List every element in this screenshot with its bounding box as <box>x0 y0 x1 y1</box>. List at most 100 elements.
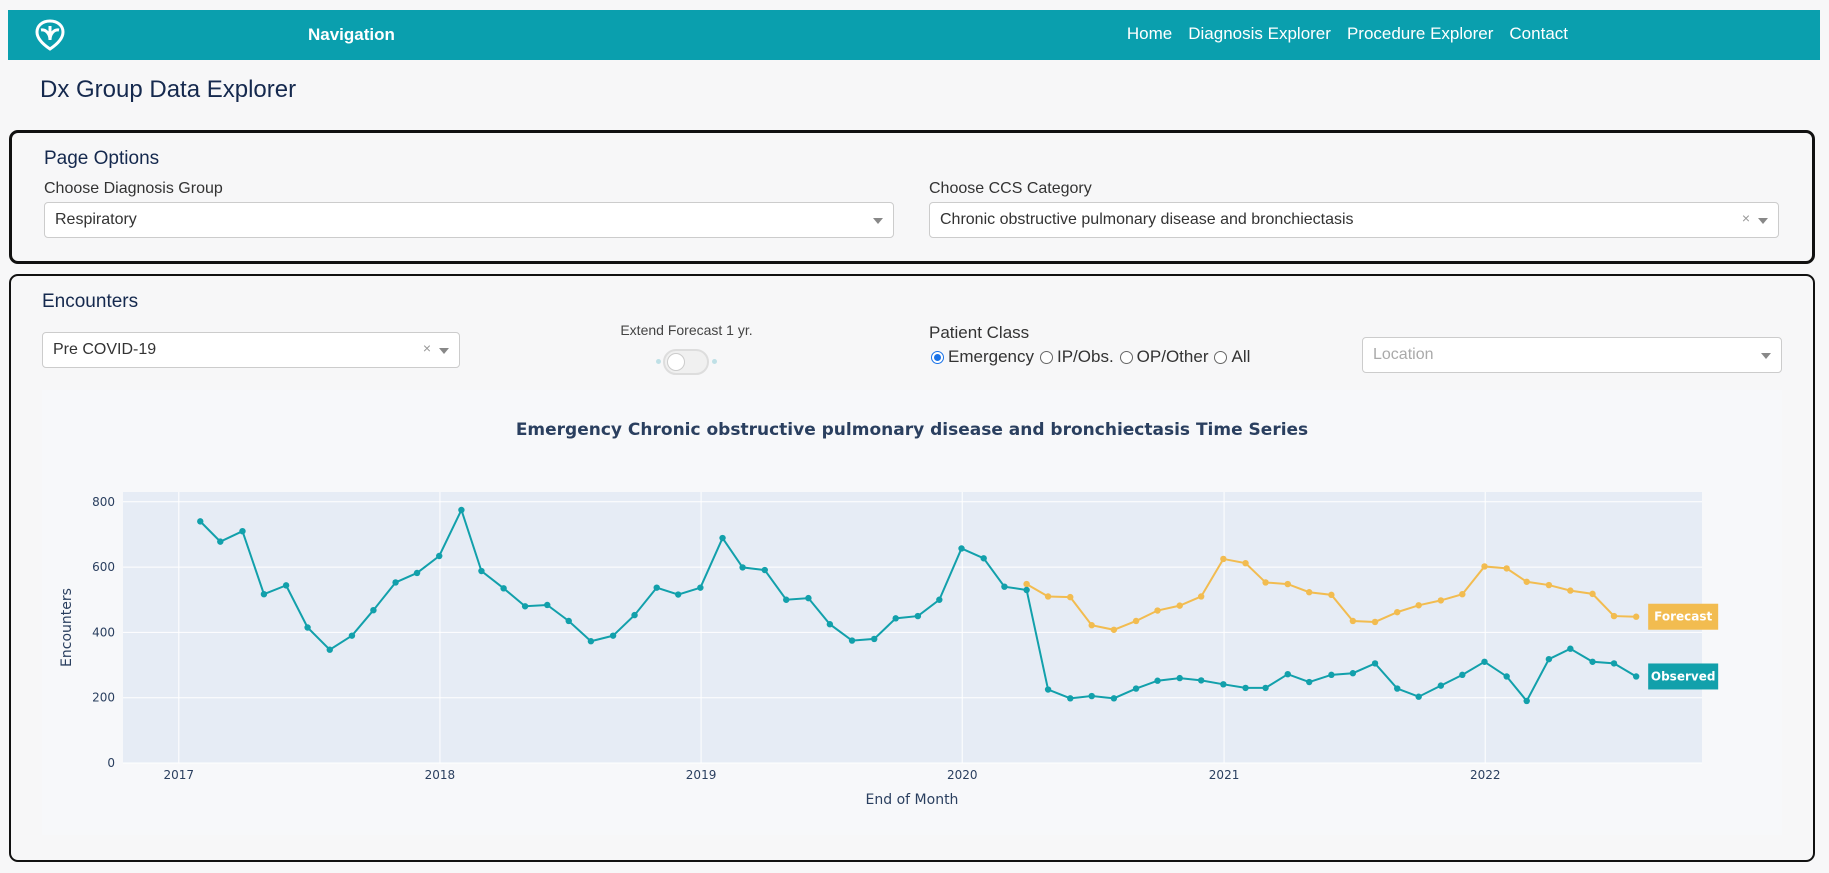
data-point-forecast <box>1523 578 1530 585</box>
data-point-observed <box>826 621 834 628</box>
data-point-forecast <box>1154 607 1161 614</box>
data-point-forecast <box>1044 593 1052 600</box>
data-point-observed <box>1349 670 1357 677</box>
data-point-observed <box>1371 660 1379 667</box>
logo-icon[interactable] <box>30 18 70 52</box>
data-point-observed <box>783 596 790 603</box>
clear-icon[interactable]: × <box>423 340 431 356</box>
radio-op-other[interactable]: OP/Other <box>1119 347 1208 367</box>
chevron-down-icon[interactable] <box>1758 218 1768 224</box>
extend-forecast-toggle[interactable] <box>663 349 709 375</box>
location-placeholder: Location <box>1373 346 1434 363</box>
encounters-title: Encounters <box>42 291 139 312</box>
radio-button[interactable] <box>1214 350 1228 364</box>
data-point-observed <box>521 603 529 610</box>
data-point-observed <box>1567 645 1574 652</box>
data-point-forecast <box>1132 617 1140 625</box>
data-point-observed <box>848 637 856 644</box>
data-point-observed <box>304 624 311 631</box>
x-tick-label: 2017 <box>164 768 195 782</box>
extend-forecast-control: Extend Forecast 1 yr. <box>614 322 759 375</box>
data-point-observed <box>1306 678 1313 686</box>
data-point-observed <box>805 594 812 602</box>
page-options-title: Page Options <box>44 148 160 169</box>
patient-class-label: Patient Class <box>929 323 1030 342</box>
data-point-observed <box>980 555 987 562</box>
dx-group-value: Respiratory <box>55 211 137 228</box>
data-point-forecast <box>1197 593 1205 600</box>
data-point-observed <box>1197 677 1205 684</box>
data-point-observed <box>217 538 224 545</box>
data-point-observed <box>587 638 595 645</box>
x-tick-label: 2021 <box>1209 768 1240 782</box>
chevron-down-icon[interactable] <box>873 218 883 224</box>
y-tick-label: 200 <box>92 691 115 705</box>
x-tick-label: 2018 <box>425 768 456 782</box>
data-point-observed <box>1088 692 1095 700</box>
dx-group-select[interactable]: Respiratory <box>44 202 894 238</box>
data-point-observed <box>370 606 377 614</box>
legend-label-forecast: Forecast <box>1654 610 1712 624</box>
data-point-observed <box>1220 681 1227 688</box>
clear-icon[interactable]: × <box>1742 210 1750 226</box>
y-tick-label: 600 <box>92 560 115 574</box>
radio-emergency[interactable]: Emergency <box>931 347 1034 367</box>
nav-link-diagnosis-explorer[interactable]: Diagnosis Explorer <box>1188 24 1331 44</box>
radio-button[interactable] <box>1119 350 1133 364</box>
ccs-category-select[interactable]: Chronic obstructive pulmonary disease an… <box>929 202 1779 238</box>
data-point-observed <box>1394 685 1401 692</box>
data-point-observed <box>1415 693 1422 700</box>
period-select[interactable]: Pre COVID-19 × <box>42 332 460 368</box>
radio-ip-obs[interactable]: IP/Obs. <box>1039 347 1114 367</box>
navbar: Navigation Home Diagnosis Explorer Proce… <box>8 10 1820 60</box>
ccs-category-label: Choose CCS Category <box>929 180 1092 197</box>
data-point-observed <box>1632 673 1640 680</box>
nav-link-procedure-explorer[interactable]: Procedure Explorer <box>1347 24 1493 44</box>
data-point-observed <box>1610 660 1618 667</box>
toggle-dot-right <box>712 359 717 364</box>
location-select[interactable]: Location <box>1362 337 1782 373</box>
data-point-observed <box>239 527 246 535</box>
data-point-forecast <box>1242 559 1249 567</box>
data-point-observed <box>653 584 660 591</box>
nav-link-contact[interactable]: Contact <box>1509 24 1568 44</box>
navbar-brand[interactable]: Navigation <box>308 25 395 45</box>
data-point-forecast <box>1589 590 1596 598</box>
data-point-observed <box>1044 686 1052 693</box>
data-point-observed <box>1503 673 1510 680</box>
data-point-observed <box>1110 695 1118 702</box>
radio-button[interactable] <box>931 350 944 364</box>
chevron-down-icon[interactable] <box>439 348 449 354</box>
data-point-observed <box>544 601 551 609</box>
time-series-chart: 0 200 400 600 800 2017 2018 2019 2020 2021 2022 Eme… <box>42 390 1782 835</box>
radio-all[interactable]: All <box>1214 347 1250 367</box>
chevron-down-icon[interactable] <box>1761 353 1771 359</box>
data-point-observed <box>1262 684 1269 692</box>
data-point-observed <box>914 612 922 620</box>
data-point-observed <box>458 506 465 514</box>
data-point-observed <box>719 534 726 542</box>
data-point-forecast <box>1328 591 1335 599</box>
data-point-observed <box>1437 682 1445 689</box>
data-point-forecast <box>1176 602 1183 609</box>
data-point-forecast <box>1459 590 1466 598</box>
data-point-observed <box>892 615 899 622</box>
data-point-forecast <box>1023 580 1030 588</box>
toggle-knob[interactable] <box>667 353 685 371</box>
data-point-forecast <box>1610 612 1618 620</box>
data-point-observed <box>1481 658 1488 665</box>
data-point-observed <box>1545 655 1553 663</box>
x-tick-label: 2019 <box>686 768 717 782</box>
x-tick-label: 2022 <box>1470 768 1501 782</box>
data-point-observed <box>871 635 878 643</box>
data-point-forecast <box>1415 602 1422 609</box>
data-point-observed <box>1328 671 1335 679</box>
data-point-observed <box>1242 684 1249 692</box>
data-point-forecast <box>1545 581 1553 589</box>
data-point-forecast <box>1349 617 1357 625</box>
nav-link-home[interactable]: Home <box>1127 24 1172 44</box>
chart-svg: 0 200 400 600 800 2017 2018 2019 2020 2021 2022 Eme… <box>59 420 1719 808</box>
data-point-observed <box>326 646 333 653</box>
data-point-forecast <box>1262 579 1269 586</box>
radio-button[interactable] <box>1039 350 1053 364</box>
